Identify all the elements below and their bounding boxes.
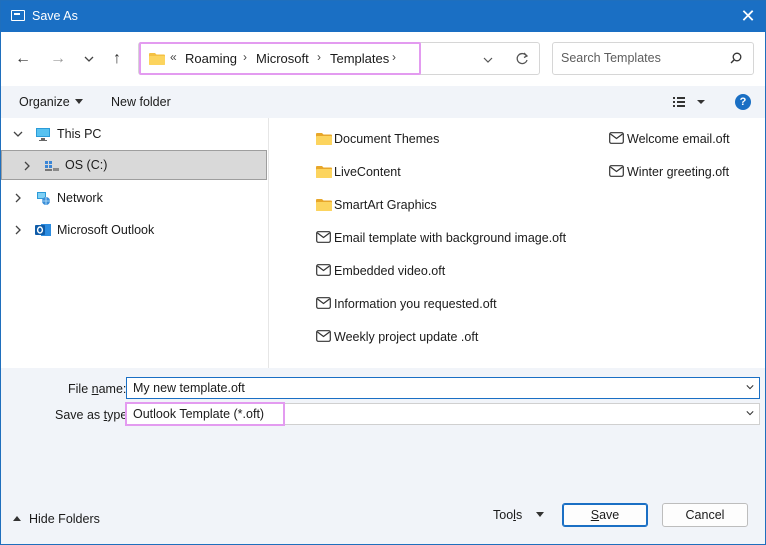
navigation-pane: This PC OS (C:) Network Microsoft Outloo… bbox=[1, 118, 269, 368]
tree-label: Microsoft Outlook bbox=[57, 223, 155, 237]
chevron-right-icon[interactable] bbox=[13, 225, 23, 235]
search-box[interactable] bbox=[552, 42, 754, 75]
new-folder-button[interactable]: New folder bbox=[111, 95, 171, 109]
tools-label: s bbox=[515, 508, 523, 522]
title-bar: Save As ✕ bbox=[1, 1, 765, 32]
organize-label: Organize bbox=[19, 95, 70, 109]
dialog-title: Save As bbox=[32, 9, 78, 23]
chevron-down-icon[interactable] bbox=[746, 409, 754, 417]
chevron-right-icon[interactable] bbox=[13, 193, 23, 203]
label-text: ame: bbox=[98, 382, 127, 396]
navigation-bar: ← → ↑ « Roaming › Microsoft › Templates … bbox=[1, 32, 765, 86]
caret-up-icon bbox=[13, 516, 21, 521]
outlook-icon bbox=[35, 224, 51, 236]
save-as-dialog: Save As ✕ ← → ↑ « Roaming › Microsoft › … bbox=[0, 0, 766, 545]
folder-icon bbox=[316, 133, 332, 145]
breadcrumb-roaming[interactable]: Roaming bbox=[185, 51, 237, 66]
command-toolbar: Organize New folder ? bbox=[1, 86, 765, 118]
view-options-icon[interactable] bbox=[673, 96, 711, 108]
save-options-panel: File name: My new template.oft Save as t… bbox=[1, 368, 765, 488]
forward-button[interactable]: → bbox=[46, 48, 70, 70]
access-key: S bbox=[590, 508, 600, 522]
tree-item-microsoft-outlook[interactable]: Microsoft Outlook bbox=[1, 215, 267, 245]
breadcrumb-separator-icon[interactable]: › bbox=[243, 50, 247, 64]
folder-icon bbox=[316, 166, 332, 178]
breadcrumb-separator-icon[interactable]: › bbox=[392, 50, 396, 64]
file-name: SmartArt Graphics bbox=[334, 198, 437, 212]
chevron-down-icon bbox=[84, 56, 94, 62]
folder-icon bbox=[316, 199, 332, 211]
breadcrumb-microsoft[interactable]: Microsoft bbox=[256, 51, 309, 66]
back-button[interactable]: ← bbox=[11, 48, 35, 70]
mail-icon bbox=[316, 264, 331, 276]
save-button[interactable]: Save bbox=[562, 503, 648, 527]
file-list: Document Themes LiveContent SmartArt Gra… bbox=[270, 118, 765, 368]
mail-icon bbox=[316, 297, 331, 309]
help-button[interactable]: ? bbox=[735, 94, 751, 110]
caret-down-icon bbox=[536, 512, 545, 517]
monitor-icon bbox=[36, 128, 50, 141]
file-name: Document Themes bbox=[334, 132, 440, 146]
chevron-right-icon[interactable] bbox=[22, 161, 32, 171]
up-button[interactable]: ↑ bbox=[105, 48, 129, 70]
tools-menu[interactable]: Tools bbox=[493, 508, 545, 522]
file-name: LiveContent bbox=[334, 165, 401, 179]
tree-label: Network bbox=[57, 191, 103, 205]
close-button[interactable]: ✕ bbox=[731, 1, 765, 32]
file-name: Email template with background image.oft bbox=[334, 231, 567, 245]
tools-label: Too bbox=[493, 508, 514, 522]
save-type-highlight bbox=[125, 402, 285, 426]
tree-label: OS (C:) bbox=[65, 158, 108, 172]
file-name: Welcome email.oft bbox=[627, 132, 730, 146]
file-name: Embedded video.oft bbox=[334, 264, 446, 278]
address-dropdown-icon[interactable] bbox=[483, 55, 493, 65]
search-input[interactable] bbox=[561, 51, 721, 65]
mail-icon bbox=[609, 165, 624, 177]
save-type-label: Save as type: bbox=[55, 408, 131, 422]
drive-icon bbox=[45, 161, 59, 171]
hide-folders-button[interactable]: Hide Folders bbox=[13, 512, 100, 526]
breadcrumb-templates[interactable]: Templates bbox=[330, 51, 389, 66]
dialog-icon bbox=[11, 10, 25, 21]
recent-locations-button[interactable] bbox=[77, 48, 101, 70]
file-name-field[interactable]: My new template.oft bbox=[126, 377, 760, 399]
file-name: Winter greeting.oft bbox=[627, 165, 730, 179]
tree-item-this-pc[interactable]: This PC bbox=[1, 119, 267, 149]
chevron-down-icon[interactable] bbox=[13, 129, 23, 139]
folder-icon bbox=[149, 53, 165, 65]
network-icon bbox=[37, 192, 50, 205]
mail-icon bbox=[609, 132, 624, 144]
label-text: Save as bbox=[55, 408, 104, 422]
access-key: n bbox=[91, 382, 99, 396]
tree-item-os-c[interactable]: OS (C:) bbox=[1, 150, 267, 180]
cancel-button[interactable]: Cancel bbox=[662, 503, 748, 527]
label-text: File bbox=[68, 382, 92, 396]
address-overflow-icon[interactable]: « bbox=[170, 50, 177, 64]
file-name: Weekly project update .oft bbox=[334, 330, 479, 344]
refresh-icon[interactable] bbox=[515, 52, 529, 66]
file-name: Information you requested.oft bbox=[334, 297, 497, 311]
search-icon[interactable] bbox=[730, 52, 742, 64]
caret-down-icon bbox=[74, 99, 83, 104]
save-label: ave bbox=[599, 508, 620, 522]
chevron-down-icon[interactable] bbox=[746, 383, 754, 391]
organize-menu[interactable]: Organize bbox=[19, 95, 83, 109]
tree-item-network[interactable]: Network bbox=[1, 183, 267, 213]
file-name-value[interactable]: My new template.oft bbox=[133, 381, 245, 395]
mail-icon bbox=[316, 231, 331, 243]
hide-folders-label: Hide Folders bbox=[29, 512, 100, 526]
file-name-label: File name: bbox=[68, 382, 126, 396]
tree-label: This PC bbox=[57, 127, 102, 141]
dialog-footer: Hide Folders Tools Save Cancel bbox=[1, 488, 765, 544]
breadcrumb-separator-icon[interactable]: › bbox=[317, 50, 321, 64]
mail-icon bbox=[316, 330, 331, 342]
address-bar[interactable]: « Roaming › Microsoft › Templates › bbox=[138, 42, 540, 75]
